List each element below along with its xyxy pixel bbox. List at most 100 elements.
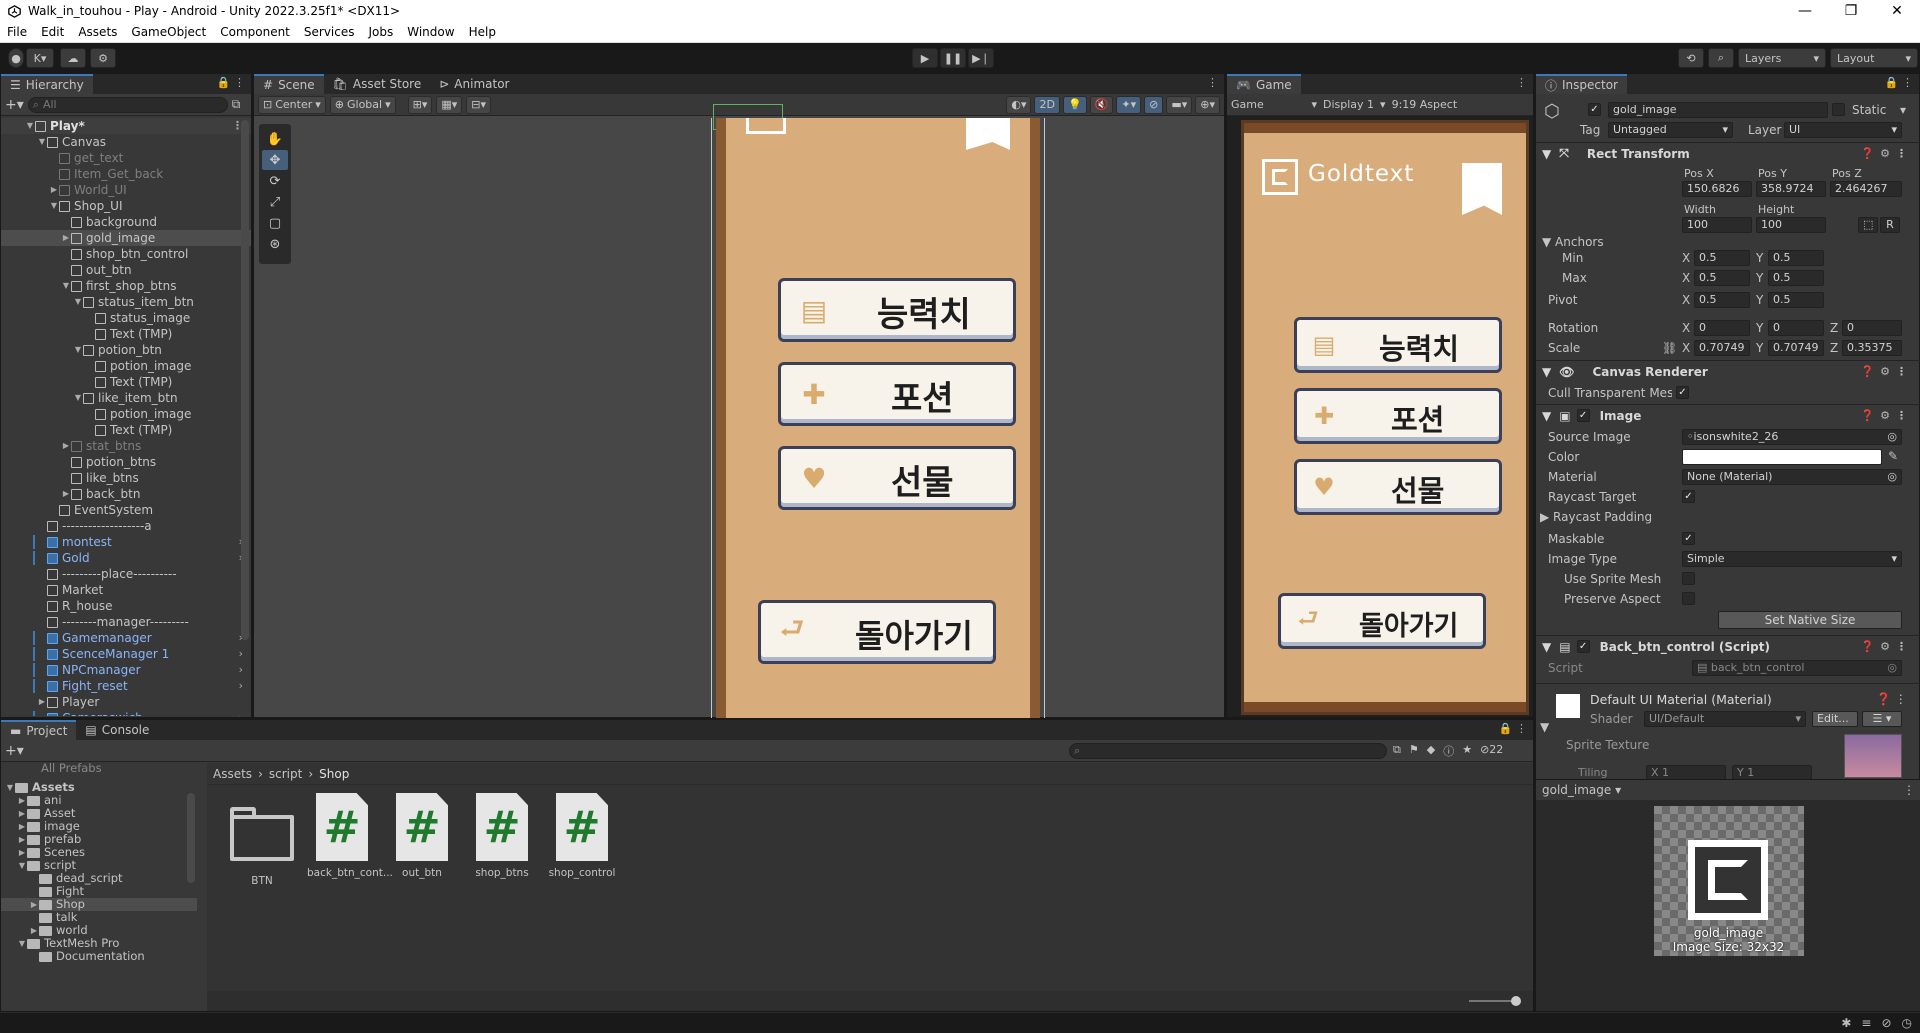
rotate-tool-icon[interactable]: ⟳ [262,171,288,191]
blueprint-button[interactable]: ⬚ [1858,217,1878,233]
search-icon[interactable]: ⌕ [1708,48,1734,68]
foldout-arrow-icon[interactable]: ▶ [17,833,27,846]
edit-shader-button[interactable]: Edit... [1812,711,1858,727]
scale-tool-icon[interactable]: ⤢ [262,192,288,212]
breadcrumb-script[interactable]: script [269,767,302,781]
display-dropdown[interactable]: Display 1 ▾ [1323,98,1386,111]
zoom-slider-thumb[interactable] [1511,996,1521,1006]
foldout-arrow-icon[interactable]: ▶ [49,182,59,198]
scene-visibility-icon[interactable]: ⧉ [232,97,241,112]
undo-history-icon[interactable]: ⟲ [1678,48,1704,68]
prefab-open-arrow-icon[interactable]: › [239,646,243,662]
layers-dropdown[interactable]: Layers ▾ [1738,48,1826,68]
sprite-texture-thumbnail[interactable] [1844,734,1902,778]
search-by-type-icon[interactable]: ⧉ [1393,743,1401,759]
account-dropdown[interactable]: K ▾ [26,48,54,68]
stack-icon[interactable]: ≡ [1861,1016,1871,1030]
material-field[interactable]: None (Material) ◎ [1682,469,1902,485]
foldout-arrow-icon[interactable]: ▼ [25,118,35,134]
component-menu-icons[interactable]: ❓⚙⋮ [1860,365,1913,378]
active-checkbox[interactable]: ✓ [1588,103,1601,116]
rect-transform-header[interactable]: ▼ ⤧ Rect Transform ❓⚙⋮ [1536,142,1920,164]
auto-generate-icon[interactable]: ⊘ [1881,1016,1891,1030]
scale-link-icon[interactable]: ⛓ [1662,341,1677,355]
hierarchy-item[interactable]: ▼ Play* ⋮ [1,118,251,134]
hierarchy-item[interactable]: out_btn [1,262,251,278]
breadcrumb-shop[interactable]: Shop [319,767,349,781]
folder-tree-item[interactable]: talk [1,911,197,924]
menu-file[interactable]: File [0,25,34,39]
raw-edit-button[interactable]: R [1880,217,1900,233]
toggle-2d-button[interactable]: 2D [1034,95,1060,114]
add-object-button[interactable]: +▾ [5,97,24,113]
foldout-arrow-icon[interactable]: ▼ [37,134,47,150]
maskable-checkbox[interactable]: ✓ [1682,532,1695,545]
asset-back-btn-control[interactable]: # back_btn_cont... [307,793,393,879]
progress-icon[interactable]: ◷ [1902,1016,1912,1030]
foldout-arrow-icon[interactable]: ▶ [17,820,27,833]
hierarchy-item[interactable]: get_text [1,150,251,166]
hierarchy-item[interactable]: ▼ status_item_btn [1,294,251,310]
prefab-open-arrow-icon[interactable]: › [239,678,243,694]
shading-mode-dropdown[interactable]: ◐▾ [1006,95,1032,114]
foldout-arrow-icon[interactable]: ▶ [17,794,27,807]
canvas-renderer-header[interactable]: ▼ 👁 Canvas Renderer ❓⚙⋮ [1536,360,1920,382]
project-search-input[interactable]: ⌕ [1069,742,1387,759]
create-asset-button[interactable]: +▾ [5,743,24,759]
preview-menu-icon[interactable]: ⋮ [1903,783,1915,797]
foldout-arrow-icon[interactable]: ▼ [61,278,71,294]
bug-icon[interactable]: ✱ [1841,1016,1851,1030]
space-dropdown[interactable]: ⊕ Global ▾ [329,95,396,114]
hand-tool-icon[interactable]: ✋ [262,129,288,149]
anchor-min-x-field[interactable]: 0.5 [1694,250,1750,266]
layout-dropdown[interactable]: Layout ▾ [1830,48,1918,68]
image-type-dropdown[interactable]: Simple ▾ [1682,551,1902,567]
all-prefabs-item[interactable]: All Prefabs [41,763,197,773]
foldout-arrow-icon[interactable]: ▼ [73,390,83,406]
foldout-arrow-icon[interactable]: ▶ [17,846,27,859]
hierarchy-item[interactable]: status_image [1,310,251,326]
hierarchy-item[interactable]: background [1,214,251,230]
prefab-open-arrow-icon[interactable]: › [239,662,243,678]
foldout-arrow-icon[interactable]: ▼ [73,342,83,358]
hierarchy-item[interactable]: ▼ potion_btn [1,342,251,358]
folder-tree-item[interactable]: ▶ Shop [1,898,197,911]
tab-project[interactable]: ▬ Project [1,720,77,740]
static-dropdown-arrow[interactable]: ▾ [1900,103,1906,117]
increment-snap-dropdown[interactable]: ⊟▾ [466,95,492,114]
hierarchy-item[interactable]: --------manager--------- [1,614,251,630]
tab-asset-store[interactable]: 🛍 Asset Store [323,74,431,94]
lighting-toggle-icon[interactable]: 💡 [1062,95,1087,114]
hierarchy-item[interactable]: R_house [1,598,251,614]
component-menu-icons[interactable]: ❓⚙⋮ [1860,147,1913,160]
hierarchy-item[interactable]: Fight_reset › [1,678,251,694]
hierarchy-item[interactable]: ▶ back_btn [1,486,251,502]
hierarchy-item[interactable]: potion_btns [1,454,251,470]
foldout-arrow-icon[interactable]: ▶ [29,924,39,937]
hierarchy-item[interactable]: NPCmanager › [1,662,251,678]
pause-button[interactable]: ❚❚ [940,48,966,68]
tab-hierarchy[interactable]: ☰ Hierarchy [1,74,93,94]
folder-tree-item[interactable]: Documentation [1,950,197,963]
tiling-x-field[interactable]: X 1 [1646,765,1726,779]
hierarchy-item[interactable]: ▶ stat_btns [1,438,251,454]
layer-dropdown[interactable]: UI ▾ [1784,122,1902,138]
width-field[interactable]: 100 [1682,217,1752,233]
cloud-icon[interactable]: ☁ [60,48,86,68]
preview-title-dropdown[interactable]: gold_image ▾ [1542,783,1621,797]
shader-list-button[interactable]: ☰ ▾ [1862,711,1902,727]
menu-jobs[interactable]: Jobs [362,25,401,39]
scale-x-field[interactable]: 0.70749 [1694,340,1750,356]
step-button[interactable]: ▶❘ [968,48,994,68]
grid-visibility-dropdown[interactable]: ▦▾ [436,95,463,114]
color-swatch[interactable] [1682,449,1882,465]
posx-field[interactable]: 150.6826 [1682,181,1752,197]
close-button[interactable]: ✕ [1874,3,1920,19]
pivot-y-field[interactable]: 0.5 [1768,292,1824,308]
hierarchy-item[interactable]: -------------------a [1,518,251,534]
foldout-arrow-icon[interactable]: ▶ [37,694,47,710]
pivot-dropdown[interactable]: ⊡ Center ▾ [258,95,326,114]
game-menu-icon[interactable]: ⋮ [1516,76,1527,89]
menu-services[interactable]: Services [297,25,362,39]
hierarchy-item[interactable]: Gamemanager› [1,630,251,646]
